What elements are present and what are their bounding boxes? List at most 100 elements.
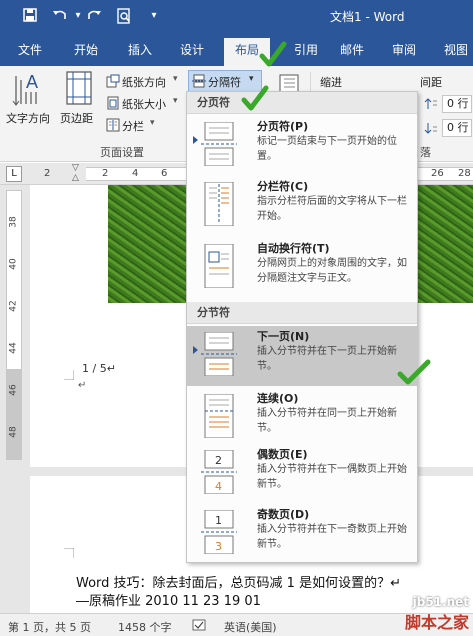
tab-file[interactable]: 文件	[14, 40, 46, 66]
site-watermark: jb51.net 脚本之家	[405, 595, 469, 633]
page-number-footer[interactable]: 1 / 5↵	[82, 362, 116, 375]
svg-text:A: A	[26, 72, 38, 92]
undo-icon[interactable]	[52, 8, 68, 24]
columns-label[interactable]: 分栏	[122, 118, 144, 134]
vruler-number: 44	[8, 342, 19, 354]
vruler-number: 42	[8, 300, 19, 312]
menu-item-title: 奇数页(D)	[257, 508, 310, 521]
vruler-number: 48	[8, 426, 19, 438]
menu-item-odd-page[interactable]: 1 3 奇数页(D) 插入分节符并在下一奇数页上开始新节。	[187, 504, 417, 564]
menu-item-desc: 插入分节符并在下一奇数页上开始新节。	[257, 524, 407, 550]
paragraph-mark: ↵	[78, 380, 87, 391]
tab-mailings[interactable]: 邮件	[336, 40, 368, 66]
columns-dropdown-icon[interactable]: ▾	[150, 118, 155, 128]
size-icon[interactable]	[106, 96, 120, 110]
size-label[interactable]: 纸张大小	[122, 96, 166, 112]
arrow-icon	[193, 346, 198, 354]
section-breaks-header: 分节符	[187, 302, 417, 324]
continuous-icon	[204, 394, 234, 438]
page-setup-group-label: 页面设置	[100, 146, 144, 159]
print-preview-icon[interactable]	[116, 8, 132, 24]
ruler-number: 26	[431, 168, 444, 179]
page-breaks-header: 分页符	[187, 92, 417, 114]
ruler-number: 4	[132, 168, 139, 179]
tab-review[interactable]: 审阅	[388, 40, 420, 66]
orientation-icon[interactable]	[106, 74, 120, 88]
tab-insert[interactable]: 插入	[124, 40, 156, 66]
spacing-label: 间距	[420, 76, 442, 89]
language-status[interactable]: 英语(美国)	[224, 619, 277, 635]
menu-item-desc: 插入分节符并在下一页上开始新节。	[257, 346, 397, 372]
ruler-number: 6	[161, 168, 168, 179]
breaks-icon	[192, 74, 206, 88]
menu-item-desc: 插入分节符并在下一偶数页上开始新节。	[257, 464, 407, 490]
svg-text:3: 3	[215, 540, 222, 553]
spacing-before-icon	[424, 97, 438, 111]
customize-qat-icon[interactable]: ▾	[146, 8, 162, 24]
tab-design[interactable]: 设计	[176, 40, 208, 66]
page-count-status[interactable]: 第 1 页，共 5 页	[8, 619, 91, 635]
checkmark-annotation-icon	[259, 41, 287, 67]
menu-item-desc: 标记一页结束与下一页开始的位置。	[257, 136, 397, 162]
status-bar: 第 1 页，共 5 页 1458 个字 英语(美国)	[0, 613, 473, 636]
paragraph-group-label: 落	[420, 146, 431, 159]
tab-view[interactable]: 视图	[440, 40, 472, 66]
vruler-number: 40	[8, 258, 19, 270]
text-direction-label[interactable]: 文字方向	[6, 110, 50, 126]
menu-item-title: 下一页(N)	[257, 330, 310, 343]
menu-item-text-wrapping[interactable]: 自动换行符(T) 分隔网页上的对象周围的文字，如分隔题注文字与正文。	[187, 238, 417, 298]
tab-home[interactable]: 开始	[70, 40, 102, 66]
menu-item-desc: 插入分节符并在同一页上开始新节。	[257, 408, 397, 434]
menu-item-even-page[interactable]: 2 4 偶数页(E) 插入分节符并在下一偶数页上开始新节。	[187, 444, 417, 504]
ribbon-tab-bar: 文件 开始 插入 设计 布局 引用 邮件 审阅 视图	[0, 32, 473, 66]
svg-text:2: 2	[215, 454, 222, 467]
window-title: 文档1 - Word	[330, 10, 405, 24]
vertical-ruler[interactable]: 38 40 42 44 46 48	[6, 190, 22, 460]
menu-item-column-break[interactable]: 分栏符(C) 指示分栏符后面的文字将从下一栏开始。	[187, 176, 417, 236]
menu-item-title: 分栏符(C)	[257, 180, 309, 193]
document-body-line[interactable]: ―原稿作业 2010 11 23 19 01	[76, 590, 261, 609]
breaks-dropdown-menu: 分页符 分页符(P) 标记一页结束与下一页开始的位置。 分栏符(C) 指示分栏符…	[186, 91, 418, 563]
tab-selector[interactable]: L	[6, 166, 22, 182]
margins-icon[interactable]	[64, 70, 94, 108]
breaks-dropdown-icon: ▾	[249, 74, 254, 84]
checkmark-annotation-icon	[397, 359, 431, 385]
redo-icon[interactable]	[86, 8, 102, 24]
hanging-indent-marker[interactable]: △	[72, 173, 79, 183]
menu-item-next-page[interactable]: 下一页(N) 插入分节符并在下一页上开始新节。	[187, 326, 417, 386]
ruler-number: 2	[102, 168, 109, 179]
word-count-status[interactable]: 1458 个字	[118, 619, 172, 635]
menu-item-continuous[interactable]: 连续(O) 插入分节符并在同一页上开始新节。	[187, 388, 417, 448]
proofing-icon[interactable]	[192, 619, 206, 634]
watermark-url: jb51.net	[412, 595, 469, 609]
menu-item-title: 偶数页(E)	[257, 448, 308, 461]
watermark-name: 脚本之家	[404, 613, 469, 632]
vruler-number: 38	[8, 216, 19, 228]
save-icon[interactable]	[22, 8, 38, 24]
page-break-icon	[201, 122, 237, 166]
undo-dropdown-icon[interactable]: ▾	[70, 8, 86, 24]
crop-mark	[64, 370, 74, 380]
spacing-before-field[interactable]: 0 行	[442, 95, 472, 113]
menu-item-page-break[interactable]: 分页符(P) 标记一页结束与下一页开始的位置。	[187, 116, 417, 176]
orientation-label[interactable]: 纸张方向	[122, 74, 166, 90]
vruler-number: 46	[8, 384, 19, 396]
tab-references[interactable]: 引用	[290, 40, 322, 66]
columns-icon[interactable]	[106, 118, 120, 132]
text-wrapping-icon	[204, 244, 234, 288]
orientation-dropdown-icon[interactable]: ▾	[173, 74, 178, 84]
svg-text:4: 4	[215, 480, 222, 493]
first-line-indent-marker[interactable]: ▽	[72, 163, 79, 173]
title-bar: ▾ ▾ 文档1 - Word	[0, 0, 473, 32]
vertical-ruler-margin	[7, 369, 21, 459]
menu-item-title: 分页符(P)	[257, 120, 309, 133]
margins-label[interactable]: 页边距	[60, 110, 93, 126]
crop-mark	[64, 548, 74, 558]
document-body-line[interactable]: Word 技巧：除去封面后，总页码减 1 是如何设置的？↵	[76, 572, 401, 591]
ruler-number: 28	[458, 168, 471, 179]
arrow-icon	[193, 136, 198, 144]
size-dropdown-icon[interactable]: ▾	[173, 96, 178, 106]
column-break-icon	[204, 182, 234, 226]
spacing-after-field[interactable]: 0 行	[442, 119, 472, 137]
text-direction-icon[interactable]: A	[12, 70, 46, 108]
